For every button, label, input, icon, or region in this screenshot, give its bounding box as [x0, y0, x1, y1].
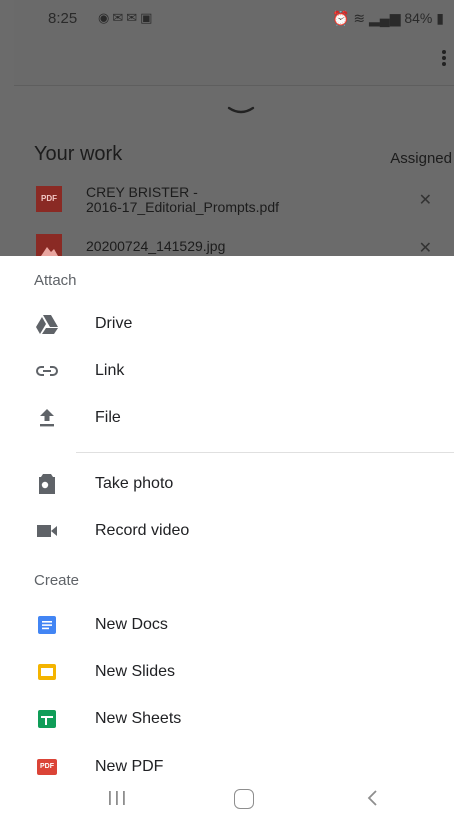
notification-icons: ◉✉✉▣: [98, 10, 155, 26]
take-photo-label: Take photo: [95, 475, 174, 492]
attach-drive-item[interactable]: Drive: [0, 302, 454, 348]
collapse-chevron-icon[interactable]: [226, 104, 256, 118]
wifi-icon: ≋: [353, 10, 366, 26]
more-options-icon[interactable]: [440, 48, 448, 72]
system-nav-bar: [0, 780, 454, 825]
docs-icon: [36, 614, 58, 636]
upload-file-icon: [36, 407, 58, 429]
app-bar: [14, 34, 454, 86]
create-section-label: Create: [34, 572, 80, 589]
take-photo-item[interactable]: Take photo: [0, 462, 454, 508]
battery-level: 84%: [404, 10, 433, 26]
attachment-name: 20200724_141529.jpg: [86, 238, 226, 254]
camera-icon: [36, 473, 58, 495]
attach-section-label: Attach: [34, 272, 77, 289]
image-icon: ▣: [140, 10, 156, 25]
attach-bottom-sheet: Attach Drive Link File Take photo Record…: [0, 256, 454, 780]
attachment-name-line2: 2016-17_Editorial_Prompts.pdf: [86, 199, 280, 215]
status-right: ⏰ ≋ ▂▄▆ 84% ▮: [332, 10, 444, 27]
attach-file-item[interactable]: File: [0, 396, 454, 442]
new-slides-label: New Slides: [95, 663, 176, 680]
alarm-icon: ⏰: [332, 10, 350, 26]
mail-icon: ✉: [112, 10, 127, 25]
new-pdf-label: New PDF: [95, 758, 164, 775]
attachment-name-line1: CREY BRISTER -: [86, 184, 198, 200]
battery-icon: ▮: [436, 10, 444, 26]
pdf-icon: PDF: [36, 756, 58, 778]
new-docs-label: New Docs: [95, 616, 168, 633]
back-icon[interactable]: [364, 788, 380, 808]
attach-drive-label: Drive: [95, 315, 133, 332]
new-slides-item[interactable]: New Slides: [0, 650, 454, 696]
messenger-icon: ◉: [98, 10, 113, 25]
signal-icon: ▂▄▆: [369, 10, 401, 26]
slides-icon: [36, 661, 58, 683]
mail-icon: ✉: [126, 10, 141, 25]
drive-icon: [36, 313, 58, 335]
status-bar: 8:25 ◉✉✉▣ ⏰ ≋ ▂▄▆ 84% ▮: [14, 0, 454, 34]
attach-link-label: Link: [95, 362, 125, 379]
video-camera-icon: [36, 520, 58, 542]
background-activity: 8:25 ◉✉✉▣ ⏰ ≋ ▂▄▆ 84% ▮ Your work Assign…: [0, 0, 454, 260]
divider: [76, 452, 454, 453]
pdf-thumbnail-icon: PDF: [36, 186, 62, 212]
link-icon: [36, 360, 58, 382]
attachment-name: CREY BRISTER - 2016-17_Editorial_Prompts…: [86, 185, 279, 215]
pdf-badge: PDF: [37, 759, 57, 775]
remove-attachment-button[interactable]: ✕: [419, 238, 432, 258]
recents-icon[interactable]: [105, 788, 129, 808]
new-docs-item[interactable]: New Docs: [0, 603, 454, 649]
status-badge: Assigned: [390, 150, 452, 167]
status-time: 8:25: [48, 10, 78, 27]
remove-attachment-button[interactable]: ✕: [419, 190, 432, 210]
record-video-item[interactable]: Record video: [0, 509, 454, 555]
home-icon[interactable]: [234, 789, 254, 809]
new-sheets-item[interactable]: New Sheets: [0, 697, 454, 743]
attach-link-item[interactable]: Link: [0, 349, 454, 395]
record-video-label: Record video: [95, 522, 190, 539]
new-sheets-label: New Sheets: [95, 710, 182, 727]
your-work-title: Your work: [34, 143, 123, 165]
sheets-icon: [36, 708, 58, 730]
attach-file-label: File: [95, 409, 121, 426]
